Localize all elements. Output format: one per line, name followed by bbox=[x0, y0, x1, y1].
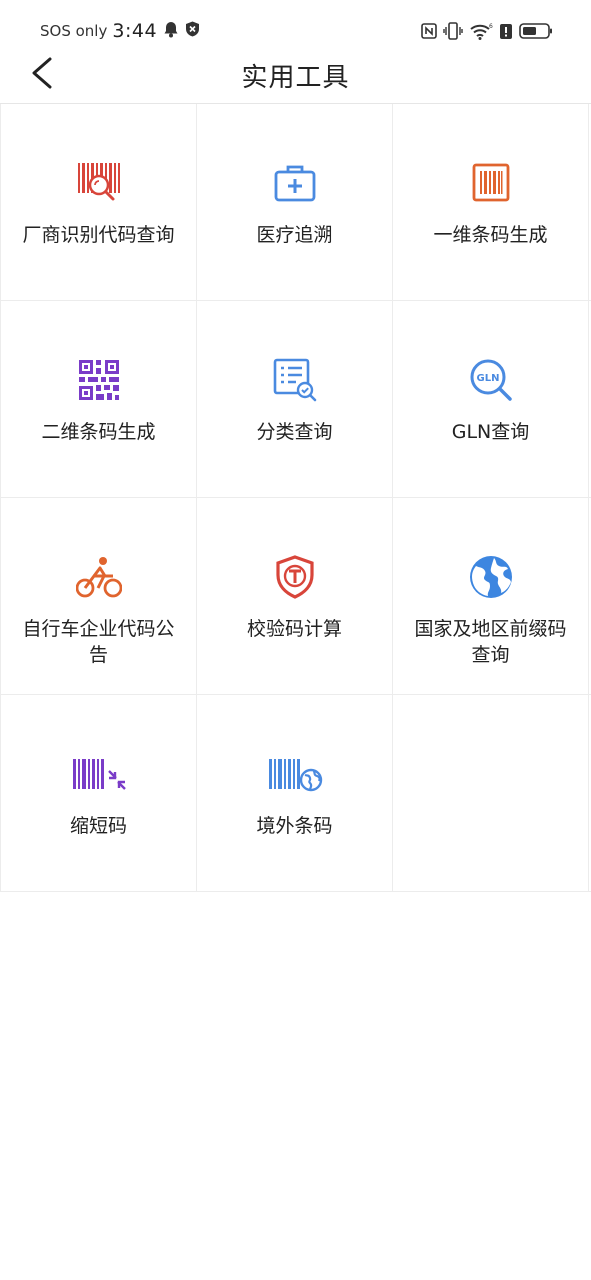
status-left: SOS only 3:44 bbox=[40, 20, 200, 42]
tool-1d-barcode-generate[interactable]: 一维条码生成 bbox=[393, 104, 589, 300]
shield-icon bbox=[185, 21, 200, 41]
nfc-icon bbox=[421, 23, 437, 43]
tool-label: 自行车企业代码公告 bbox=[22, 618, 175, 666]
tool-short-code[interactable]: 缩短码 bbox=[0, 695, 197, 891]
grid-row: 二维条码生成 分类查询 GLN GLN查询 bbox=[0, 301, 591, 498]
globe-icon bbox=[469, 556, 512, 598]
tool-label: GLN查询 bbox=[451, 421, 530, 443]
tool-label: 缩短码 bbox=[69, 815, 127, 837]
barcode-shrink-icon bbox=[72, 759, 126, 790]
list-search-icon bbox=[273, 358, 316, 402]
grid-row: 厂商识别代码查询 医疗追溯 一维条码生成 bbox=[0, 104, 591, 301]
tool-label: 校验码计算 bbox=[246, 618, 342, 640]
barcode-globe-icon bbox=[268, 759, 322, 792]
carrier-text: SOS only bbox=[40, 22, 108, 40]
barcode-search-icon bbox=[77, 163, 120, 201]
battery-icon bbox=[519, 22, 553, 44]
wifi-icon: 6 bbox=[469, 22, 493, 44]
barcode-box-icon bbox=[472, 163, 509, 202]
tool-manufacturer-code-query[interactable]: 厂商识别代码查询 bbox=[0, 104, 197, 300]
tool-label: 国家及地区前缀码查询 bbox=[414, 618, 567, 666]
tool-label: 二维条码生成 bbox=[41, 421, 156, 443]
tool-gln-query[interactable]: GLN GLN查询 bbox=[393, 301, 589, 497]
bicycle-icon bbox=[75, 557, 122, 598]
tool-2d-barcode-generate[interactable]: 二维条码生成 bbox=[0, 301, 197, 497]
tool-label: 分类查询 bbox=[256, 421, 333, 443]
empty-cell bbox=[393, 695, 589, 891]
tools-grid: 厂商识别代码查询 医疗追溯 一维条码生成 二维条码生成 分类查询 GLN GLN… bbox=[0, 104, 591, 892]
alert-icon bbox=[499, 23, 513, 44]
tool-label: 医疗追溯 bbox=[256, 224, 333, 246]
svg-text:GLN: GLN bbox=[476, 373, 499, 384]
page-title: 实用工具 bbox=[241, 63, 350, 93]
tool-overseas-barcode[interactable]: 境外条码 bbox=[197, 695, 393, 891]
grid-row: 自行车企业代码公告 校验码计算 国家及地区前缀码查询 bbox=[0, 498, 591, 695]
tool-label: 境外条码 bbox=[256, 815, 333, 837]
shield-t-icon bbox=[275, 555, 314, 599]
grid-row: 缩短码 境外条码 bbox=[0, 695, 591, 892]
tool-classification-query[interactable]: 分类查询 bbox=[197, 301, 393, 497]
tool-country-prefix-query[interactable]: 国家及地区前缀码查询 bbox=[393, 498, 589, 694]
svg-text:6: 6 bbox=[489, 23, 493, 30]
gln-search-icon: GLN bbox=[470, 359, 512, 401]
tool-label: 一维条码生成 bbox=[433, 224, 548, 246]
app-header: 实用工具 bbox=[0, 45, 591, 103]
status-right: 6 bbox=[421, 22, 553, 44]
bell-icon bbox=[163, 21, 179, 42]
tool-check-digit-calc[interactable]: 校验码计算 bbox=[197, 498, 393, 694]
vibrate-icon bbox=[443, 22, 463, 44]
tool-bicycle-company-code[interactable]: 自行车企业代码公告 bbox=[0, 498, 197, 694]
medical-kit-icon bbox=[274, 165, 315, 202]
tool-medical-traceability[interactable]: 医疗追溯 bbox=[197, 104, 393, 300]
qr-code-icon bbox=[78, 360, 119, 400]
tool-label: 厂商识别代码查询 bbox=[22, 224, 175, 246]
clock: 3:44 bbox=[112, 20, 158, 42]
